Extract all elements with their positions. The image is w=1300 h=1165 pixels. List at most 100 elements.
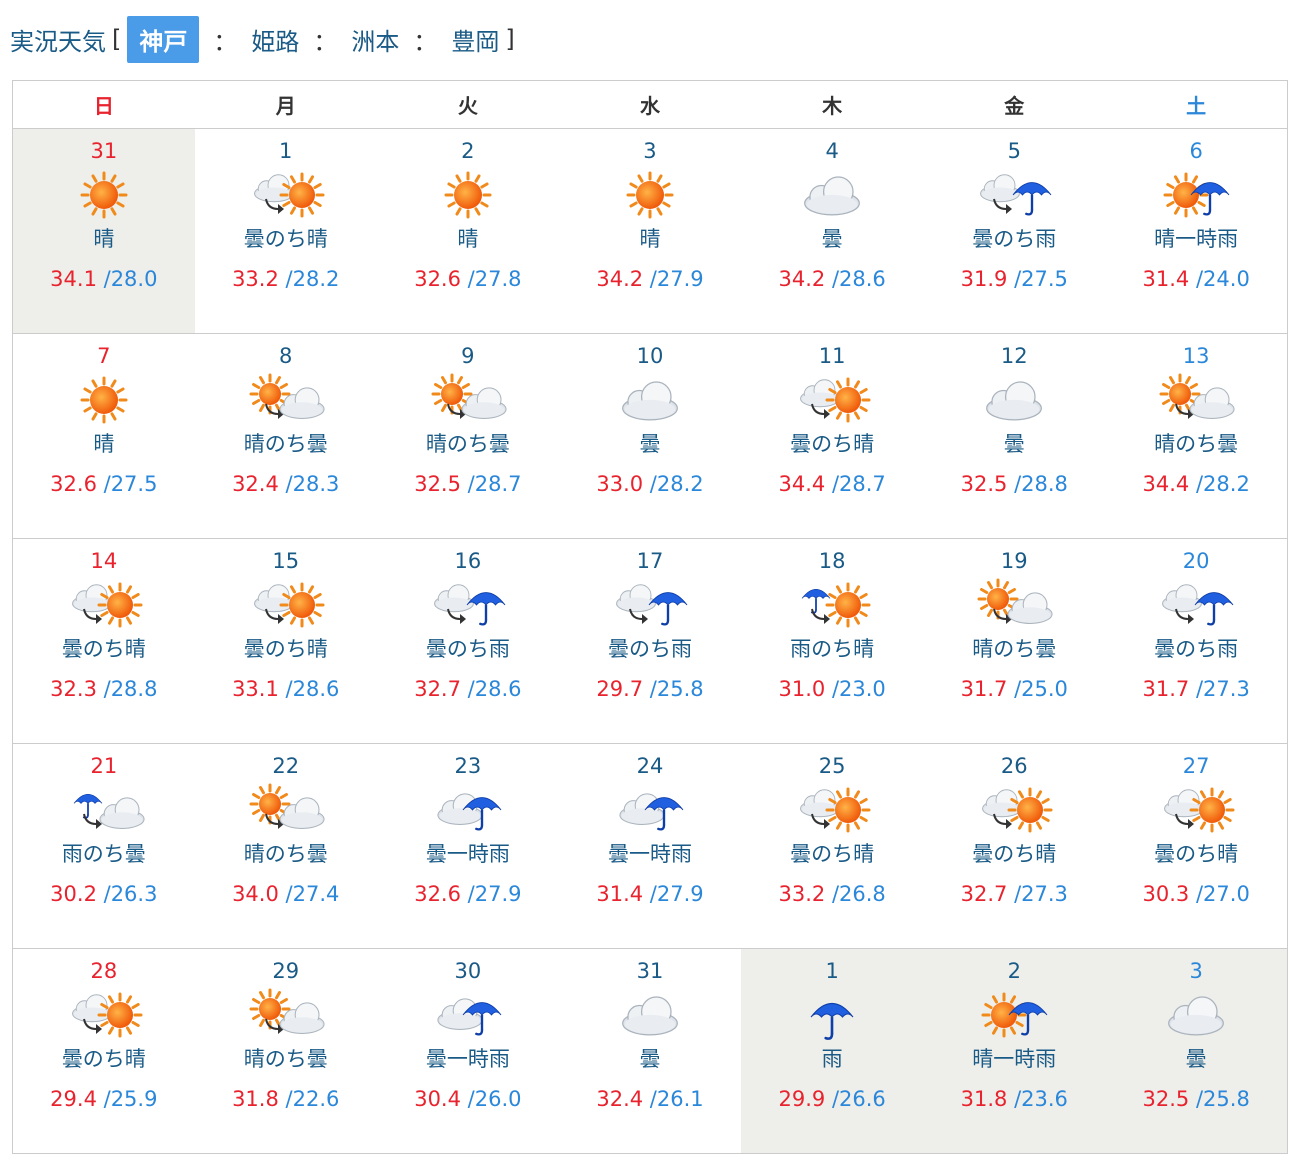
high-temp: 33.0 [596, 472, 644, 496]
location-tab-toyooka[interactable]: 豊岡 [451, 22, 499, 57]
low-temp: /22.6 [285, 1087, 340, 1111]
weather-label: 雨のち晴 [790, 637, 875, 661]
low-temp: /27.0 [1195, 882, 1250, 906]
day-cell: 5 曇のち雨 31.9 /27.5 [923, 128, 1106, 334]
high-temp: 31.0 [778, 677, 826, 701]
day-cell: 15 曇のち晴 33.1 /28.6 [194, 538, 377, 744]
temperature: 29.9 /26.6 [741, 1087, 923, 1111]
day-cell: 29 晴のち曇 31.8 /22.6 [194, 948, 377, 1154]
weather-label: 雨のち曇 [61, 842, 146, 866]
weather-label: 雨 [821, 1047, 843, 1071]
high-temp: 34.1 [50, 267, 97, 291]
high-temp: 34.0 [232, 882, 279, 906]
weather-label: 曇のち晴 [1154, 842, 1239, 866]
temperature: 34.4 /28.2 [1105, 472, 1287, 496]
page-title: 実況天気 [10, 27, 106, 56]
day-number: 25 [818, 754, 846, 778]
day-cell: 22 晴のち曇 34.0 /27.4 [194, 743, 377, 949]
low-temp: /24.0 [1195, 267, 1250, 291]
location-tab-sumoto[interactable]: 洲本 [351, 22, 399, 57]
rain-icon [741, 987, 923, 1043]
day-number: 28 [90, 959, 118, 983]
day-number: 12 [1000, 344, 1028, 368]
weather-label: 曇一時雨 [607, 842, 692, 866]
weather-label: 曇のち雨 [425, 637, 510, 661]
low-temp: /28.3 [285, 472, 340, 496]
high-temp: 34.2 [778, 267, 826, 291]
low-temp: /23.6 [1014, 1087, 1068, 1111]
weekday-sat: 土 [1105, 80, 1288, 129]
day-number: 27 [1182, 754, 1210, 778]
weather-label: 晴のち曇 [972, 637, 1057, 661]
week-row: 31 晴 34.1 /28.0 1 曇のち晴 33.2 /28.2 2 晴 32.6 /2… [12, 128, 1288, 334]
low-temp: /28.2 [1195, 472, 1250, 496]
weekday-header-row: 日 月 火 水 木 金 土 [12, 80, 1288, 129]
temperature: 33.1 /28.6 [195, 677, 377, 701]
temperature: 32.6 /27.8 [377, 267, 559, 291]
cloud-icon [741, 167, 923, 223]
weather-label: 曇一時雨 [425, 842, 510, 866]
high-temp: 31.8 [960, 1087, 1008, 1111]
day-number: 6 [1189, 139, 1203, 163]
temperature: 32.4 /28.3 [195, 472, 377, 496]
temperature: 34.4 /28.7 [741, 472, 923, 496]
low-temp: /28.8 [1014, 472, 1068, 496]
weather-calendar: 日 月 火 水 木 金 土 31 晴 34.1 /28.0 1 曇のち晴 33.2 /… [12, 80, 1288, 1154]
day-number: 3 [643, 139, 657, 163]
temperature: 34.0 /27.4 [195, 882, 377, 906]
weekday-mon: 月 [194, 80, 377, 129]
weather-label: 曇のち晴 [972, 842, 1057, 866]
temperature: 32.7 /27.3 [923, 882, 1105, 906]
location-tab-kobe[interactable]: 神戸 [127, 15, 200, 63]
low-temp: /27.9 [649, 882, 704, 906]
high-temp: 30.3 [1142, 882, 1190, 906]
low-temp: /28.6 [285, 677, 340, 701]
temperature: 32.3 /28.8 [13, 677, 195, 701]
low-temp: /26.8 [831, 882, 886, 906]
location-tab-himeji[interactable]: 姫路 [251, 22, 299, 57]
separator: ： [413, 27, 438, 56]
day-cell: 6 晴一時雨 31.4 /24.0 [1105, 128, 1288, 334]
day-cell: 23 曇一時雨 32.6 /27.9 [376, 743, 559, 949]
temperature: 32.6 /27.9 [377, 882, 559, 906]
day-cell: 25 曇のち晴 33.2 /26.8 [741, 743, 924, 949]
high-temp: 33.2 [778, 882, 826, 906]
day-cell: 3 曇 32.5 /25.8 [1105, 948, 1288, 1154]
week-row: 28 曇のち晴 29.4 /25.9 29 晴のち曇 31.8 /22.6 30 曇一時… [12, 948, 1288, 1154]
day-number: 1 [825, 959, 839, 983]
day-number: 1 [279, 139, 293, 163]
high-temp: 31.4 [1142, 267, 1190, 291]
high-temp: 32.6 [414, 267, 461, 291]
day-cell: 8 晴のち曇 32.4 /28.3 [194, 333, 377, 539]
weekday-tue: 火 [376, 80, 559, 129]
temperature: 31.9 /27.5 [923, 267, 1105, 291]
weekday-sun: 日 [12, 80, 195, 129]
weather-label: 曇一時雨 [425, 1047, 510, 1071]
day-number: 29 [272, 959, 300, 983]
weather-label: 曇のち晴 [790, 432, 875, 456]
cloud-icon [1105, 987, 1287, 1043]
temperature: 31.7 /27.3 [1105, 677, 1287, 701]
high-temp: 32.3 [50, 677, 97, 701]
high-temp: 32.5 [960, 472, 1008, 496]
day-cell: 9 晴のち曇 32.5 /28.7 [376, 333, 559, 539]
high-temp: 31.8 [232, 1087, 279, 1111]
temperature: 32.6 /27.5 [13, 472, 195, 496]
sun-then-cloud-icon [195, 372, 377, 428]
cloud-then-rain-icon [923, 167, 1105, 223]
week-row: 7 晴 32.6 /27.5 8 晴のち曇 32.4 /28.3 9 晴のち曇 32.5 … [12, 333, 1288, 539]
week-row: 21 雨のち曇 30.2 /26.3 22 晴のち曇 34.0 /27.4 23 曇一時… [12, 743, 1288, 949]
day-cell: 3 晴 34.2 /27.9 [558, 128, 742, 334]
sun-icon [13, 372, 195, 428]
cloud-then-sun-icon [741, 372, 923, 428]
low-temp: /25.8 [1195, 1087, 1250, 1111]
low-temp: /27.4 [285, 882, 340, 906]
weather-label: 曇 [821, 227, 843, 251]
temperature: 30.2 /26.3 [13, 882, 195, 906]
open-bracket: [ [112, 25, 122, 53]
high-temp: 32.7 [414, 677, 461, 701]
cloud-then-rain-icon [377, 577, 559, 633]
rain-then-sun-icon [741, 577, 923, 633]
low-temp: /28.2 [649, 472, 704, 496]
day-number: 31 [90, 139, 118, 163]
